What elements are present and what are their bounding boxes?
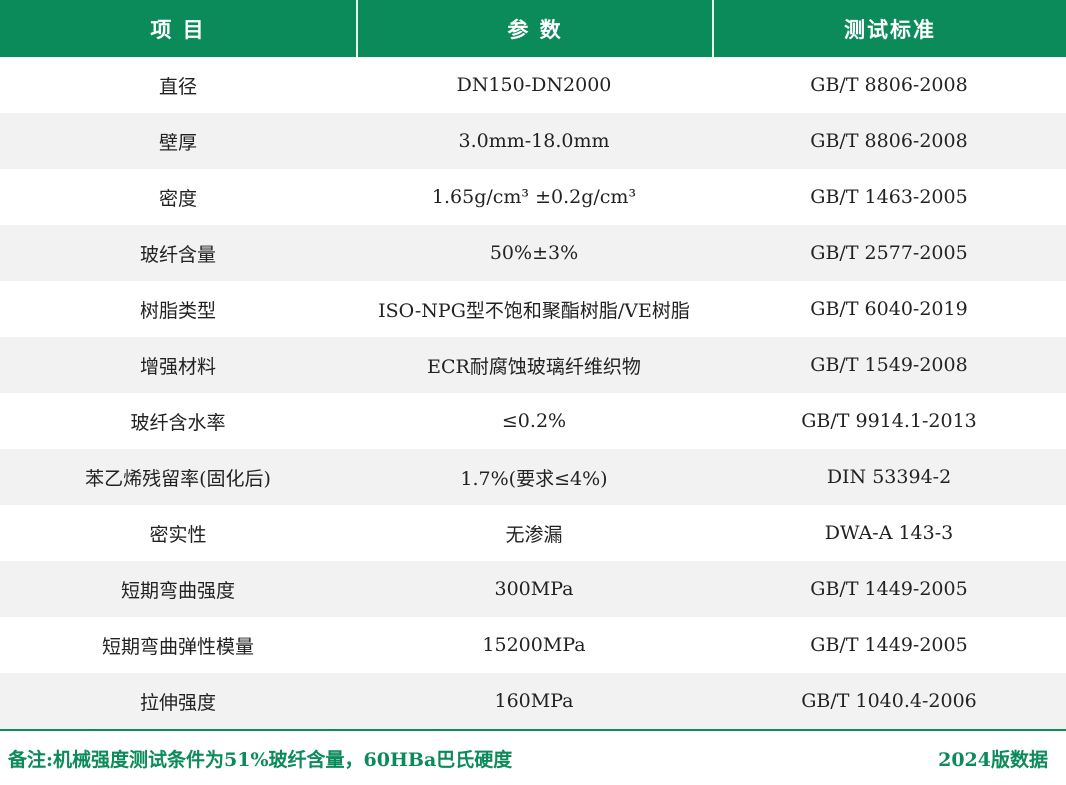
cell-parameter: 1.65g/cm³ ±0.2g/cm³ <box>431 186 637 208</box>
cell-parameter: ≤0.2% <box>501 410 567 432</box>
table-row: 玻纤含水率 ≤0.2% GB/T 9914.1-2013 <box>0 393 1066 449</box>
table-row: 密实性 无渗漏 DWA-A 143-3 <box>0 505 1066 561</box>
spec-table: 项 目 参 数 测试标准 直径 DN150-DN2000 GB/T 8806-2… <box>0 0 1066 729</box>
table-row: 直径 DN150-DN2000 GB/T 8806-2008 <box>0 57 1066 113</box>
table-row: 短期弯曲弹性模量 15200MPa GB/T 1449-2005 <box>0 617 1066 673</box>
cell-standard: GB/T 8806-2008 <box>810 74 968 96</box>
cell-item: 壁厚 <box>158 131 197 154</box>
cell-item: 树脂类型 <box>139 299 216 322</box>
cell-item: 短期弯曲弹性模量 <box>101 635 254 658</box>
cell-item: 直径 <box>158 75 197 98</box>
cell-parameter: 3.0mm-18.0mm <box>458 130 610 152</box>
table-row: 增强材料 ECR耐腐蚀玻璃纤维织物 GB/T 1549-2008 <box>0 337 1066 393</box>
table-row: 树脂类型 ISO-NPG型不饱和聚酯树脂/VE树脂 GB/T 6040-2019 <box>0 281 1066 337</box>
table-row: 玻纤含量 50%±3% GB/T 2577-2005 <box>0 225 1066 281</box>
cell-standard: GB/T 1040.4-2006 <box>801 690 977 712</box>
cell-standard: GB/T 1449-2005 <box>810 634 968 656</box>
table-row: 拉伸强度 160MPa GB/T 1040.4-2006 <box>0 673 1066 729</box>
cell-item: 苯乙烯残留率(固化后) <box>85 467 271 490</box>
cell-parameter: DN150-DN2000 <box>456 74 612 96</box>
table-header: 项 目 参 数 测试标准 <box>0 0 1066 57</box>
table-footer: 备注:机械强度测试条件为51%玻纤含量，60HBa巴氏硬度 2024版数据 <box>0 729 1066 785</box>
cell-standard: GB/T 9914.1-2013 <box>801 410 977 432</box>
cell-item: 玻纤含水率 <box>130 411 226 434</box>
footer-note: 备注:机械强度测试条件为51%玻纤含量，60HBa巴氏硬度 <box>8 748 513 771</box>
cell-parameter: 50%±3% <box>489 242 579 264</box>
cell-item: 短期弯曲强度 <box>120 579 235 602</box>
cell-item: 密度 <box>158 187 197 210</box>
cell-parameter: 1.7%(要求≤4%) <box>460 467 608 490</box>
table-row: 苯乙烯残留率(固化后) 1.7%(要求≤4%) DIN 53394-2 <box>0 449 1066 505</box>
cell-item: 增强材料 <box>139 355 216 378</box>
cell-parameter: ECR耐腐蚀玻璃纤维织物 <box>427 355 641 378</box>
cell-item: 拉伸强度 <box>139 691 216 714</box>
cell-standard: GB/T 2577-2005 <box>810 242 968 264</box>
cell-parameter: 无渗漏 <box>505 523 563 546</box>
header-parameter: 参 数 <box>356 0 712 57</box>
cell-item: 密实性 <box>149 523 207 546</box>
table-row: 短期弯曲强度 300MPa GB/T 1449-2005 <box>0 561 1066 617</box>
cell-parameter: ISO-NPG型不饱和聚酯树脂/VE树脂 <box>378 299 690 322</box>
cell-standard: GB/T 1463-2005 <box>810 186 968 208</box>
cell-parameter: 160MPa <box>494 690 574 712</box>
header-test-standard: 测试标准 <box>712 0 1066 57</box>
cell-standard: GB/T 1449-2005 <box>810 578 968 600</box>
cell-standard: DWA-A 143-3 <box>824 522 954 544</box>
cell-parameter: 15200MPa <box>482 634 586 656</box>
table-row: 壁厚 3.0mm-18.0mm GB/T 8806-2008 <box>0 113 1066 169</box>
header-item: 项 目 <box>150 17 206 42</box>
data-version-label: 2024版数据 <box>938 748 1048 771</box>
cell-standard: GB/T 8806-2008 <box>810 130 968 152</box>
cell-standard: GB/T 1549-2008 <box>810 354 968 376</box>
cell-item: 玻纤含量 <box>139 243 216 266</box>
cell-parameter: 300MPa <box>494 578 574 600</box>
table-row: 密度 1.65g/cm³ ±0.2g/cm³ GB/T 1463-2005 <box>0 169 1066 225</box>
cell-standard: GB/T 6040-2019 <box>810 298 968 320</box>
cell-standard: DIN 53394-2 <box>826 466 952 488</box>
